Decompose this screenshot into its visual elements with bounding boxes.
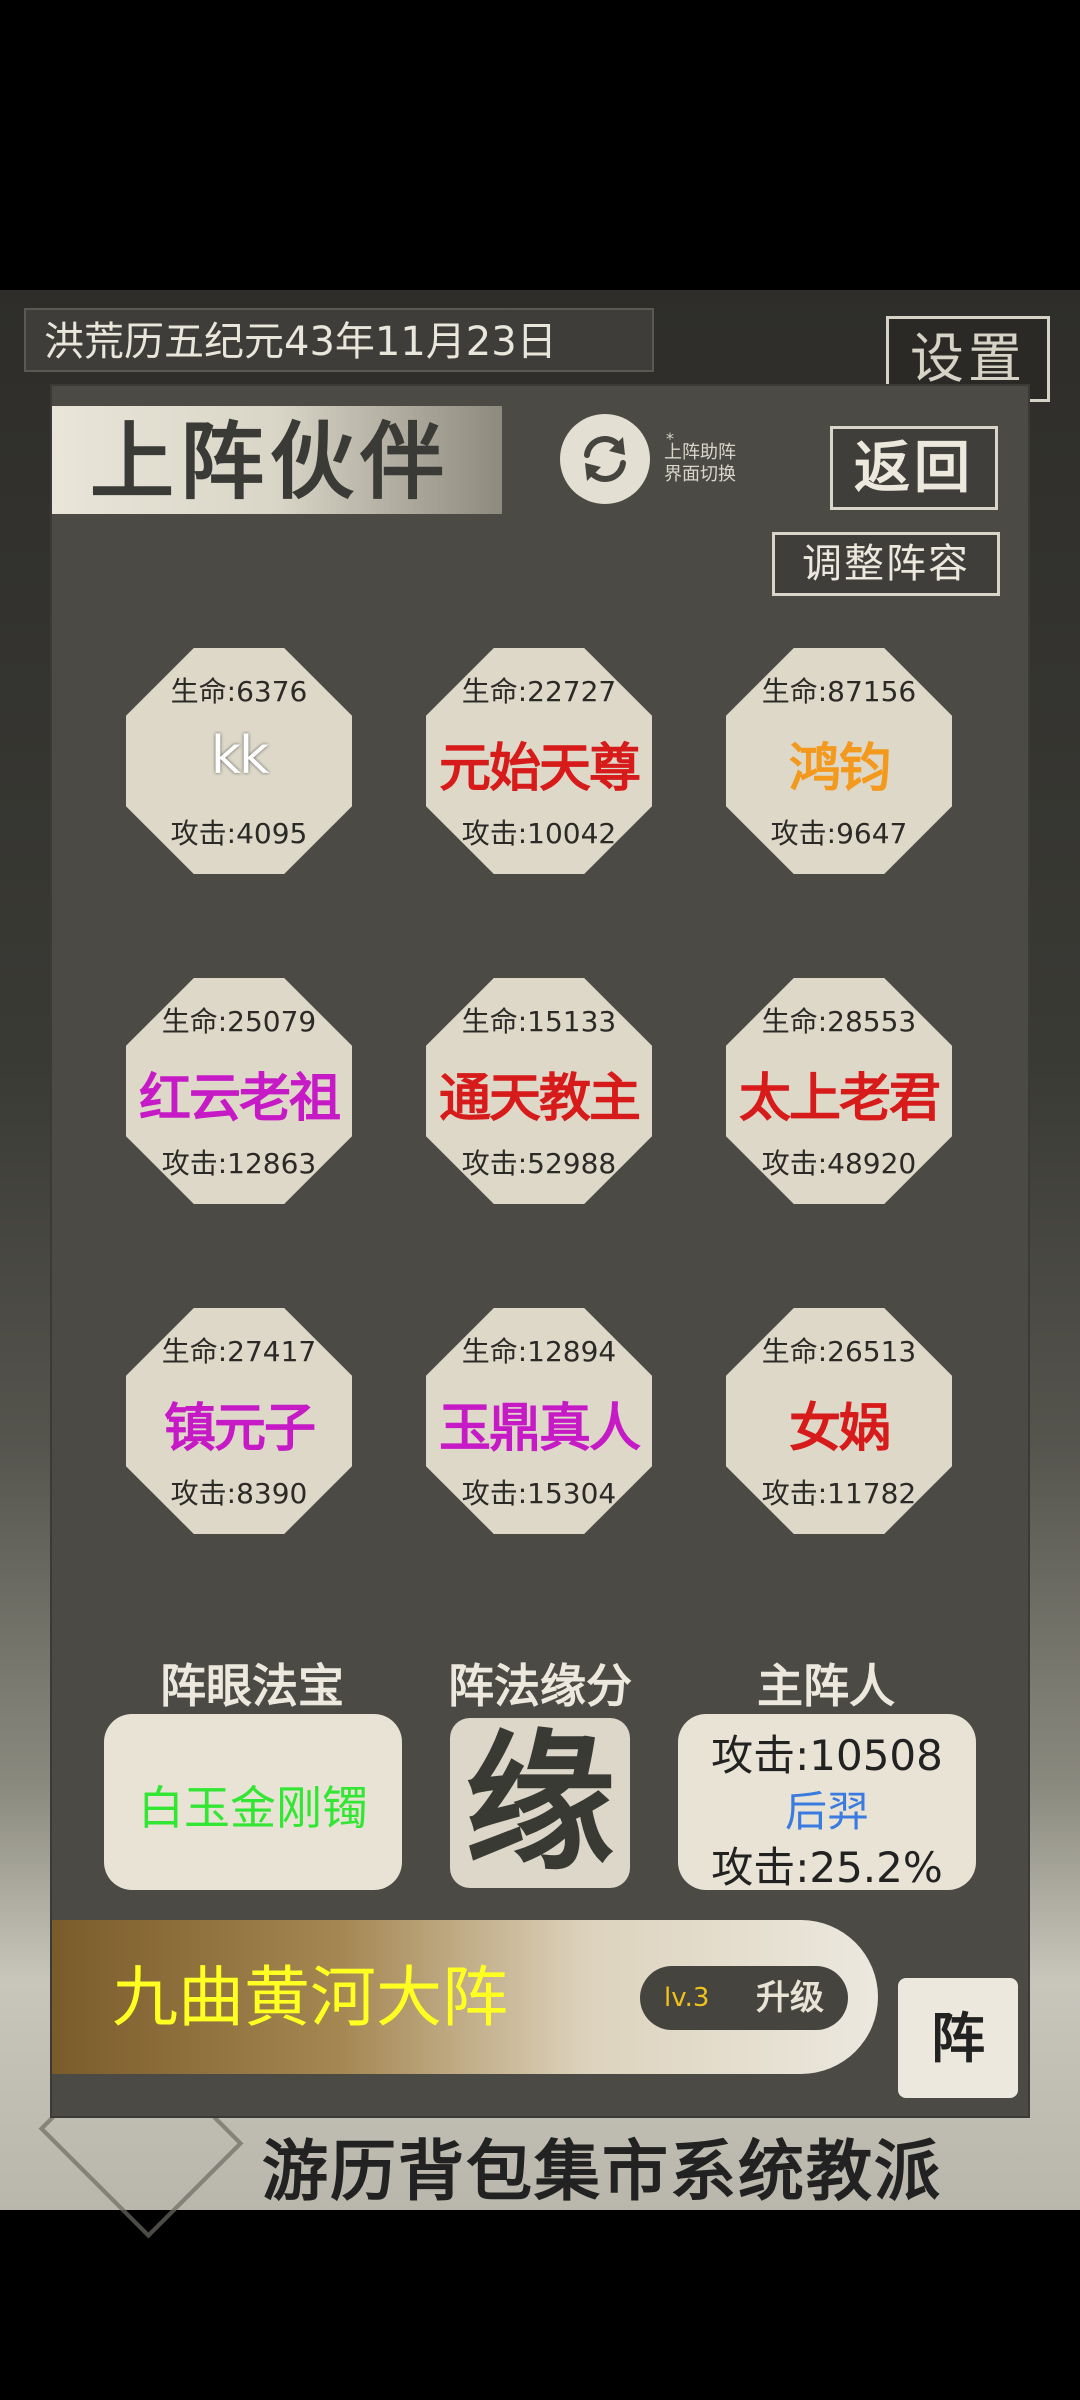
- upgrade-button[interactable]: 升级: [756, 1966, 824, 2030]
- companion-name: 玉鼎真人: [438, 1398, 641, 1459]
- switch-view-button[interactable]: [560, 414, 650, 504]
- master-bonus: 攻击:25.2%: [711, 1843, 943, 1892]
- companion-card[interactable]: 生命:15133 通天教主 攻击:52988: [426, 978, 652, 1204]
- refresh-icon: [584, 436, 626, 482]
- treasure-name: 白玉金刚镯: [138, 1781, 368, 1835]
- date-display: 洪荒历五纪元43年11月23日: [24, 308, 654, 372]
- formation-name: 九曲黄河大阵: [112, 1959, 508, 2036]
- companion-name: 女娲: [788, 1398, 891, 1459]
- companion-name: 太上老君: [738, 1068, 941, 1129]
- bottom-nav-strip[interactable]: 游历背包集市系统教派: [262, 2118, 942, 2214]
- companion-name: 红云老祖: [138, 1068, 341, 1129]
- companion-name: 通天教主: [438, 1068, 641, 1129]
- formation-button[interactable]: 阵: [898, 1978, 1018, 2098]
- master-name: 后羿: [784, 1787, 869, 1836]
- treasure-label: 阵眼法宝: [160, 1659, 344, 1713]
- fate-char: 缘: [464, 1715, 615, 1891]
- adjust-lineup-button[interactable]: 调整阵容: [772, 532, 1000, 596]
- back-button[interactable]: 返回: [830, 426, 998, 510]
- companion-name: 元始天尊: [438, 738, 641, 799]
- switch-note-text: 上阵助阵 界面切换: [664, 442, 736, 485]
- master-label: 主阵人: [757, 1659, 895, 1713]
- switch-note: * 上阵助阵 界面切换: [664, 429, 764, 486]
- formation-level: lv.3: [664, 1983, 710, 2013]
- companion-card[interactable]: 生命:28553 太上老君 攻击:48920: [726, 978, 952, 1204]
- companion-card[interactable]: 生命:26513 女娲 攻击:11782: [726, 1308, 952, 1534]
- companion-name: kk: [210, 726, 269, 786]
- fate-button[interactable]: 缘: [450, 1718, 630, 1888]
- asterisk: *: [666, 429, 674, 448]
- companion-card[interactable]: 生命:87156 鸿钧 攻击:9647: [726, 648, 952, 874]
- companion-card[interactable]: 生命:6376 kk 攻击:4095: [126, 648, 352, 874]
- master-attack: 攻击:10508: [711, 1731, 943, 1780]
- companion-card[interactable]: 生命:27417 镇元子 攻击:8390: [126, 1308, 352, 1534]
- companion-name: 镇元子: [163, 1398, 316, 1459]
- companion-card[interactable]: 生命:25079 红云老祖 攻击:12863: [126, 978, 352, 1204]
- companion-card[interactable]: 生命:22727 元始天尊 攻击:10042: [426, 648, 652, 874]
- panel-title: 上阵伙伴: [90, 412, 451, 511]
- companion-card[interactable]: 生命:12894 玉鼎真人 攻击:15304: [426, 1308, 652, 1534]
- master-slot[interactable]: 攻击:10508 后羿 攻击:25.2%: [678, 1714, 976, 1892]
- treasure-slot[interactable]: 白玉金刚镯: [104, 1714, 402, 1890]
- companion-name: 鸿钧: [788, 738, 891, 799]
- fate-label: 阵法缘分: [448, 1659, 632, 1713]
